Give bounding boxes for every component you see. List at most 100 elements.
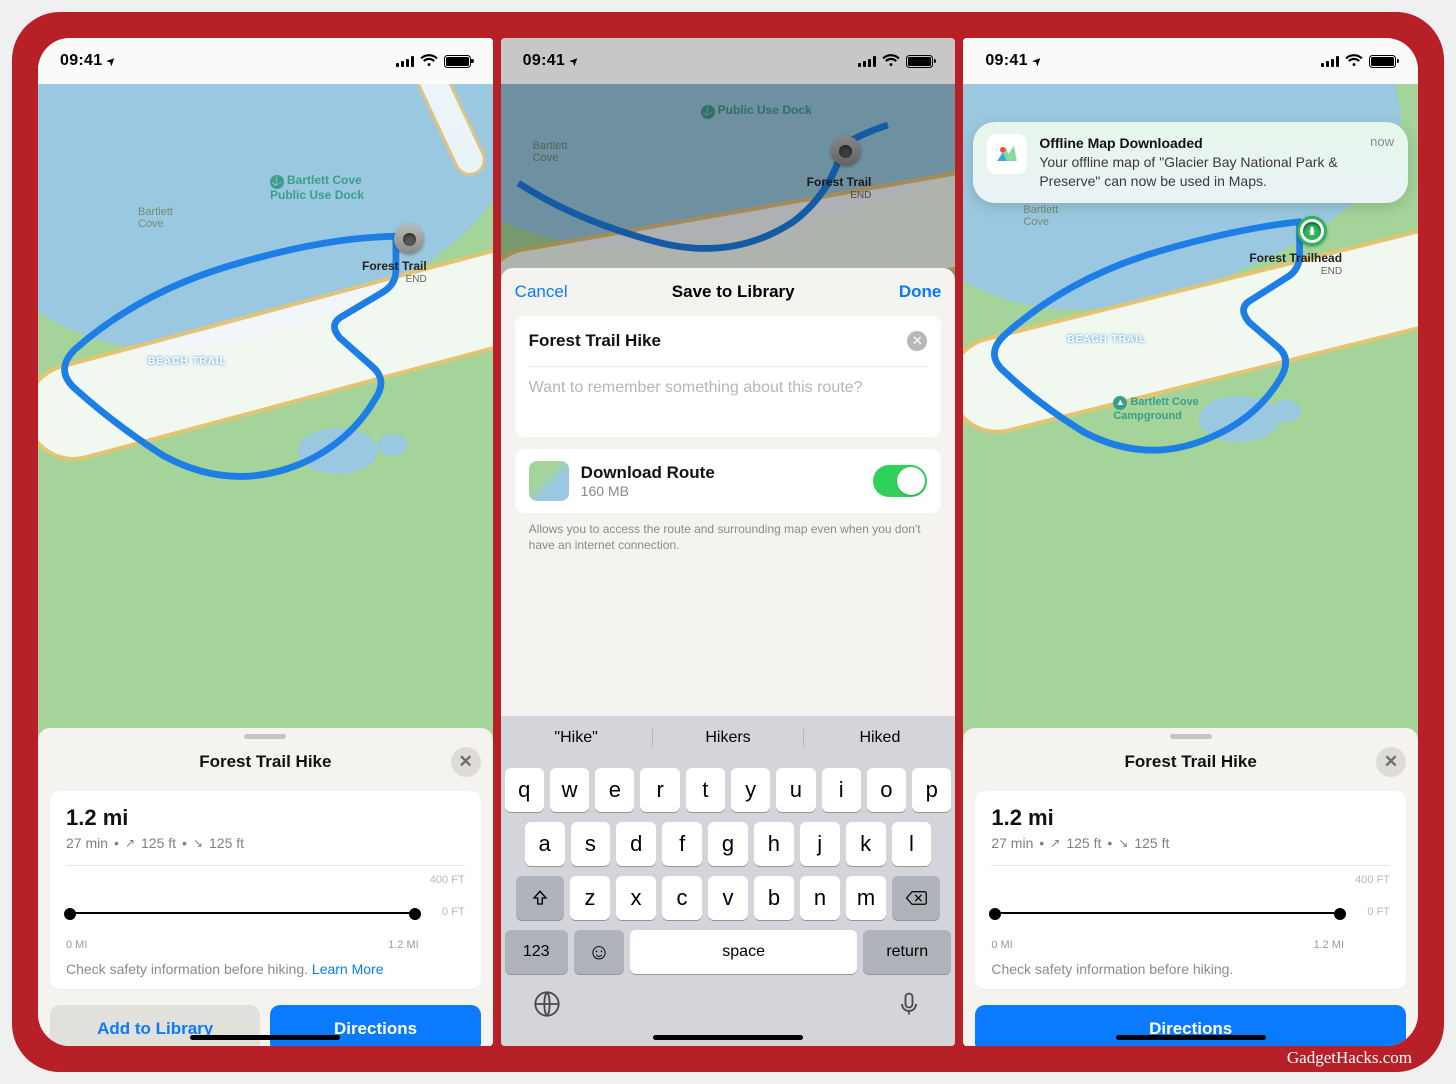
sheet-handle[interactable]	[1170, 734, 1212, 739]
safety-note: Check safety information before hiking. …	[66, 961, 465, 977]
kb-row-2: a s d f g h j k l	[505, 822, 952, 866]
key-backspace[interactable]	[892, 876, 940, 920]
key-return[interactable]: return	[863, 930, 951, 974]
keyboard[interactable]: "Hike" Hikers Hiked q w e r t y u i o	[501, 716, 956, 1046]
wifi-icon	[882, 54, 900, 68]
key-k[interactable]: k	[846, 822, 886, 866]
route-path	[38, 38, 493, 618]
notification-banner[interactable]: Offline Map Downloaded Your offline map …	[973, 122, 1408, 203]
key-c[interactable]: c	[662, 876, 702, 920]
distance-value: 1.2 mi	[991, 805, 1390, 831]
beach-trail-label: BEACH TRAIL	[148, 356, 227, 367]
key-e[interactable]: e	[595, 768, 634, 812]
notification-title: Offline Map Downloaded	[1039, 134, 1358, 153]
download-help-text: Allows you to access the route and surro…	[515, 513, 942, 553]
arrow-up-icon: ↗	[1050, 836, 1060, 850]
close-sheet-button[interactable]: ✕	[1376, 747, 1406, 777]
route-end-pin[interactable]	[394, 224, 424, 254]
home-indicator[interactable]	[1116, 1035, 1266, 1040]
key-t[interactable]: t	[686, 768, 725, 812]
sheet-handle[interactable]	[244, 734, 286, 739]
key-shift[interactable]	[516, 876, 564, 920]
key-h[interactable]: h	[754, 822, 794, 866]
key-emoji[interactable]: ☺	[574, 930, 624, 974]
key-p[interactable]: p	[912, 768, 951, 812]
cell-signal-icon	[858, 55, 876, 67]
distance-value: 1.2 mi	[66, 805, 465, 831]
key-m[interactable]: m	[846, 876, 886, 920]
suggestion-2[interactable]: Hikers	[652, 729, 804, 747]
kb-row-1: q w e r t y u i o p	[505, 768, 952, 812]
end-label: Forest Trail END	[362, 260, 427, 285]
maps-app-icon	[987, 134, 1027, 174]
home-indicator[interactable]	[653, 1035, 803, 1040]
route-sheet[interactable]: Forest Trail Hike ✕ 1.2 mi 27 min • ↗125…	[38, 728, 493, 1046]
key-o[interactable]: o	[867, 768, 906, 812]
end-label: Forest TrailheadEND	[1249, 252, 1342, 277]
dock-label: ⚓Bartlett Cove Public Use Dock	[270, 174, 364, 202]
suggestion-1[interactable]: "Hike"	[501, 729, 652, 747]
safety-note: Check safety information before hiking.	[991, 961, 1390, 977]
cove-label: Bartlett Cove	[1023, 204, 1058, 228]
sheet-title: Forest Trail Hike	[1005, 752, 1376, 772]
cancel-button[interactable]: Cancel	[515, 282, 568, 302]
key-b[interactable]: b	[754, 876, 794, 920]
tent-icon: ▲	[1113, 396, 1127, 410]
globe-icon[interactable]	[533, 990, 561, 1018]
mic-icon[interactable]	[895, 990, 923, 1018]
route-note-input[interactable]: Want to remember something about this ro…	[529, 366, 928, 437]
cell-signal-icon	[1321, 55, 1339, 67]
key-f[interactable]: f	[662, 822, 702, 866]
arrow-up-icon: ↗	[125, 836, 135, 850]
key-y[interactable]: y	[731, 768, 770, 812]
tree-icon	[1303, 222, 1321, 240]
key-r[interactable]: r	[640, 768, 679, 812]
key-w[interactable]: w	[550, 768, 589, 812]
download-title: Download Route	[581, 463, 862, 483]
clock: 09:41	[523, 52, 565, 70]
dock-icon: ⚓	[270, 175, 284, 189]
stats-card: 1.2 mi 27 min • ↗125 ft • ↘125 ft 400 FT…	[975, 791, 1406, 989]
home-indicator[interactable]	[190, 1035, 340, 1040]
arrow-down-icon: ↘	[193, 836, 203, 850]
key-space[interactable]: space	[630, 930, 857, 974]
key-z[interactable]: z	[570, 876, 610, 920]
route-sheet[interactable]: Forest Trail Hike ✕ 1.2 mi 27 min • ↗125…	[963, 728, 1418, 1046]
keyboard-suggestions[interactable]: "Hike" Hikers Hiked	[501, 716, 956, 760]
status-bar: 09:41	[38, 38, 493, 84]
battery-icon	[444, 55, 471, 68]
learn-more-link[interactable]: Learn More	[312, 961, 384, 977]
watermark: GadgetHacks.com	[1287, 1048, 1412, 1068]
elevation-chart: 400 FT 0 FT	[991, 865, 1390, 935]
clear-input-button[interactable]: ✕	[907, 331, 927, 351]
kb-row-4: 123 ☺ space return	[505, 930, 952, 974]
done-button[interactable]: Done	[899, 282, 942, 302]
download-size: 160 MB	[581, 483, 862, 499]
key-s[interactable]: s	[571, 822, 611, 866]
tutorial-frame: BEACH TRAIL Bartlett Cove ⚓Bartlett Cove…	[12, 12, 1444, 1072]
status-bar: 09:41	[963, 38, 1418, 84]
route-form: ✕ Want to remember something about this …	[515, 316, 942, 437]
key-q[interactable]: q	[505, 768, 544, 812]
clock: 09:41	[985, 52, 1027, 70]
route-name-input[interactable]	[529, 331, 908, 351]
key-l[interactable]: l	[892, 822, 932, 866]
location-icon	[569, 52, 579, 70]
key-g[interactable]: g	[708, 822, 748, 866]
key-j[interactable]: j	[800, 822, 840, 866]
route-end-pin[interactable]	[1297, 216, 1327, 246]
key-d[interactable]: d	[616, 822, 656, 866]
suggestion-3[interactable]: Hiked	[803, 729, 955, 747]
campground-label: ▲Bartlett Cove Campground	[1113, 396, 1198, 422]
key-i[interactable]: i	[822, 768, 861, 812]
key-x[interactable]: x	[616, 876, 656, 920]
beach-trail-label: BEACH TRAIL	[1067, 334, 1146, 345]
key-v[interactable]: v	[708, 876, 748, 920]
notification-body: Your offline map of "Glacier Bay Nationa…	[1039, 153, 1358, 191]
key-123[interactable]: 123	[505, 930, 568, 974]
key-n[interactable]: n	[800, 876, 840, 920]
download-route-toggle[interactable]	[873, 465, 927, 497]
key-a[interactable]: a	[525, 822, 565, 866]
key-u[interactable]: u	[776, 768, 815, 812]
close-sheet-button[interactable]: ✕	[451, 747, 481, 777]
